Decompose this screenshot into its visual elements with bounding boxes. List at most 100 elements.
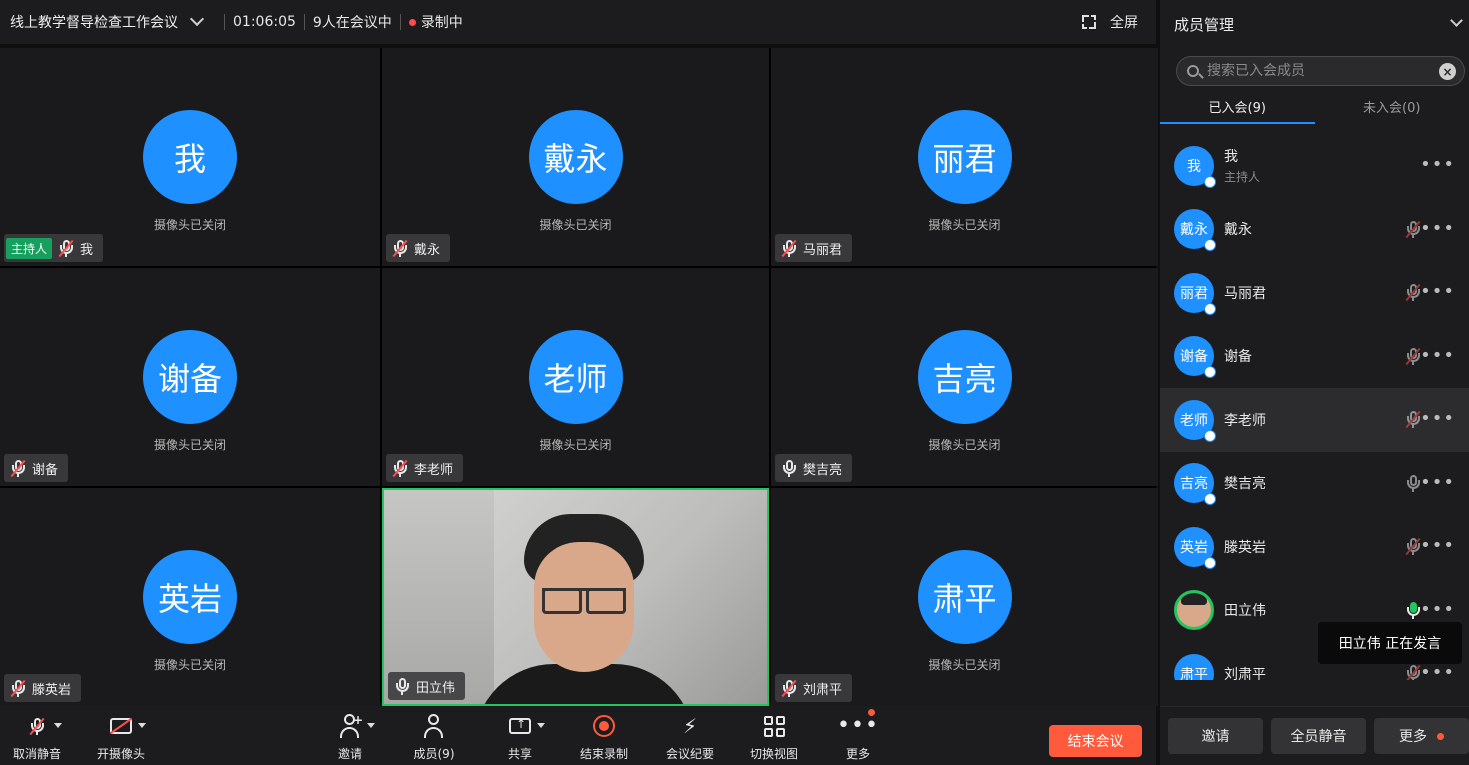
participant-avatar: 戴永 xyxy=(528,110,623,204)
more-icon[interactable]: ••• xyxy=(1420,345,1455,366)
video-tile[interactable]: 戴永 摄像头已关闭 戴永 xyxy=(382,48,769,266)
member-search[interactable]: × xyxy=(1176,56,1465,86)
minutes-button[interactable]: ⚡ 会议纪要 xyxy=(660,706,720,765)
video-tile[interactable]: 英岩 摄像头已关闭 滕英岩 xyxy=(0,488,380,706)
video-tile[interactable]: 肃平 摄像头已关闭 刘肃平 xyxy=(771,488,1158,706)
more-icon[interactable]: ••• xyxy=(1420,599,1455,620)
more-icon[interactable]: ••• xyxy=(1420,472,1455,493)
video-tile[interactable]: 丽君 摄像头已关闭 马丽君 xyxy=(771,48,1158,266)
more-icon[interactable]: ••• xyxy=(1420,408,1455,429)
mic-muted-icon[interactable] xyxy=(1405,664,1420,680)
more-label: 更多 xyxy=(845,747,870,761)
fullscreen-label: 全屏 xyxy=(1110,15,1138,31)
list-item[interactable]: 吉亮 樊吉亮 ••• xyxy=(1160,452,1469,516)
add-user-icon: + xyxy=(337,713,375,739)
member-info: 我 主持人 xyxy=(1224,146,1260,185)
members-label: 成员(9) xyxy=(413,747,455,761)
members-button[interactable]: 成员(9) xyxy=(406,706,462,765)
member-name: 刘肃平 xyxy=(1224,666,1266,680)
video-tile[interactable]: 我 摄像头已关闭 主持人 我 xyxy=(0,48,380,266)
more-icon[interactable]: ••• xyxy=(1420,535,1455,556)
more-button[interactable]: ••• 更多 xyxy=(836,706,880,765)
mic-muted-icon[interactable] xyxy=(1405,410,1420,428)
participant-avatar: 吉亮 xyxy=(917,330,1012,424)
end-meeting-button[interactable]: 结束会议 xyxy=(1049,725,1142,757)
minutes-label: 会议纪要 xyxy=(665,747,714,761)
search-input[interactable] xyxy=(1207,63,1427,79)
mic-muted-icon[interactable] xyxy=(1405,283,1420,301)
avatar: 戴永 xyxy=(1174,209,1216,252)
notification-dot-icon xyxy=(1437,732,1444,740)
video-tile[interactable]: 谢备 摄像头已关闭 谢备 xyxy=(0,268,380,486)
tab-joined[interactable]: 已入会(9) xyxy=(1160,88,1315,124)
mic-muted-icon[interactable] xyxy=(1405,220,1420,238)
tab-not-joined[interactable]: 未入会(0) xyxy=(1315,88,1469,124)
list-item[interactable]: 我 我 主持人 ••• xyxy=(1160,134,1469,198)
participant-nametag: 樊吉亮 xyxy=(775,454,853,482)
more-icon[interactable]: ••• xyxy=(1420,154,1455,175)
participant-nametag: 滕英岩 xyxy=(4,674,82,702)
fullscreen-button[interactable]: 全屏 xyxy=(1082,0,1138,44)
mic-muted-icon xyxy=(24,713,62,739)
panel-more-button[interactable]: 更多 xyxy=(1374,718,1469,754)
mic-muted-icon[interactable] xyxy=(1405,347,1420,365)
camera-button[interactable]: 开摄像头 xyxy=(92,706,150,765)
participant-nametag: 戴永 xyxy=(386,234,451,262)
speaker-video-tile[interactable]: 田立伟 xyxy=(382,488,769,706)
more-icon[interactable]: ••• xyxy=(1420,662,1455,680)
invite-button[interactable]: + 邀请 xyxy=(326,706,375,765)
more-icon[interactable]: ••• xyxy=(1420,218,1455,239)
participant-name: 刘肃平 xyxy=(803,682,843,698)
meeting-duration: 01:06:05 xyxy=(233,14,296,30)
mic-status-badge-icon xyxy=(1204,556,1216,569)
camera-off-text: 摄像头已关闭 xyxy=(153,438,226,452)
avatar: 我 xyxy=(1174,145,1216,188)
share-button[interactable]: 共享 xyxy=(498,706,545,765)
list-item[interactable]: 谢备 谢备 ••• xyxy=(1160,325,1469,389)
list-item[interactable]: 丽君 马丽君 ••• xyxy=(1160,261,1469,325)
end-record-label: 结束录制 xyxy=(579,747,628,761)
camera-off-text: 摄像头已关闭 xyxy=(539,438,612,452)
clear-icon[interactable]: × xyxy=(1439,63,1456,80)
chevron-down-icon[interactable] xyxy=(1450,14,1463,27)
video-tile[interactable]: 老师 摄像头已关闭 李老师 xyxy=(382,268,769,486)
member-role: 主持人 xyxy=(1224,170,1261,185)
switch-view-button[interactable]: 切换视图 xyxy=(744,706,804,765)
mic-status-badge-icon xyxy=(1204,239,1216,252)
mic-status-badge-icon xyxy=(1204,366,1216,379)
video-tile[interactable]: 吉亮 摄像头已关闭 樊吉亮 xyxy=(771,268,1158,486)
avatar: 英岩 xyxy=(1174,526,1216,569)
mic-speaking-icon[interactable] xyxy=(1405,601,1420,619)
recording-dot-icon xyxy=(408,18,416,26)
mic-icon[interactable] xyxy=(1405,474,1420,492)
member-name: 田立伟 xyxy=(1224,603,1266,620)
mic-icon xyxy=(394,677,410,695)
participant-avatar: 谢备 xyxy=(143,330,237,424)
mute-all-button[interactable]: 全员静音 xyxy=(1271,718,1366,754)
more-icon[interactable]: ••• xyxy=(1420,281,1455,302)
unmute-label: 取消静音 xyxy=(12,747,61,761)
divider xyxy=(399,14,401,30)
participant-nametag: 李老师 xyxy=(386,454,464,482)
participant-name: 田立伟 xyxy=(416,680,456,696)
participant-nametag: 马丽君 xyxy=(775,234,853,262)
meeting-title[interactable]: 线上教学督导检查工作会议 xyxy=(10,12,178,32)
panel-more-label: 更多 xyxy=(1399,729,1427,745)
mic-muted-icon[interactable] xyxy=(1405,537,1420,555)
mic-status-badge-icon xyxy=(1204,493,1216,506)
end-record-button[interactable]: 结束录制 xyxy=(574,706,634,765)
participant-avatar: 老师 xyxy=(528,330,623,424)
unmute-button[interactable]: 取消静音 xyxy=(8,706,66,765)
participant-name: 戴永 xyxy=(414,242,441,258)
invite-label: 邀请 xyxy=(337,747,362,761)
mic-status-badge-icon xyxy=(1204,429,1216,442)
participant-name: 我 xyxy=(80,242,94,258)
list-item[interactable]: 英岩 滕英岩 ••• xyxy=(1160,515,1469,579)
invite-button[interactable]: 邀请 xyxy=(1168,718,1263,754)
member-name: 滕英岩 xyxy=(1224,539,1266,556)
camera-off-icon xyxy=(108,713,146,739)
list-item[interactable]: 戴永 戴永 ••• xyxy=(1160,198,1469,262)
list-item[interactable]: 老师 李老师 ••• xyxy=(1160,388,1469,452)
chevron-down-icon[interactable] xyxy=(189,11,205,27)
record-icon xyxy=(591,713,617,739)
